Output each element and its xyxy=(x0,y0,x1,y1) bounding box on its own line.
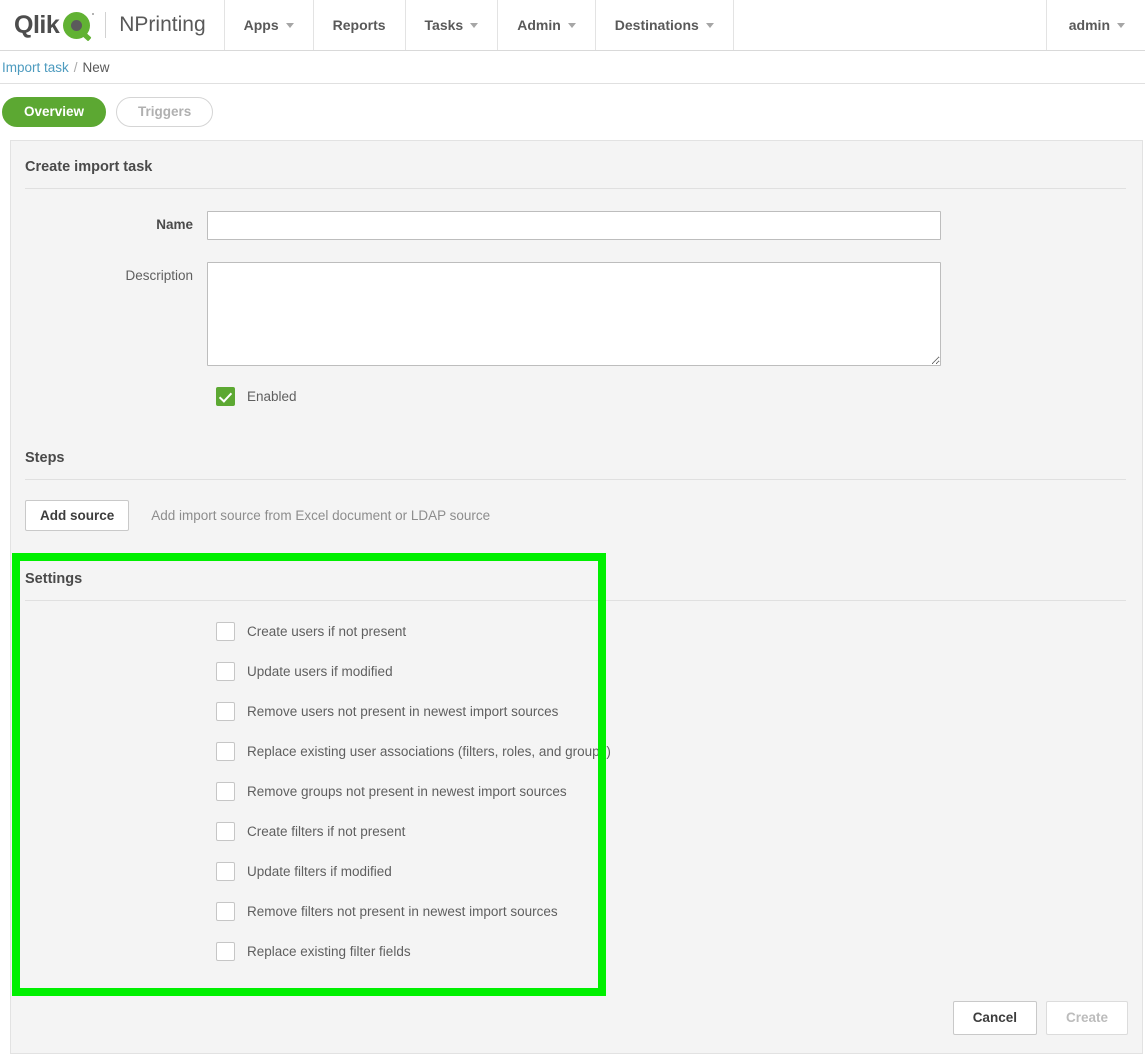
description-field-row: Description xyxy=(11,240,1142,366)
user-menu[interactable]: admin xyxy=(1047,0,1145,50)
setting-row-create-users: Create users if not present xyxy=(11,622,1142,641)
nav-item-admin[interactable]: Admin xyxy=(498,0,596,50)
tab-bar: Overview Triggers xyxy=(0,84,1145,140)
nav-item-reports-label: Reports xyxy=(332,17,386,33)
name-label: Name xyxy=(156,216,193,232)
enabled-checkbox-row: Enabled xyxy=(11,386,1142,406)
setting-checkbox-replace-filter-fields[interactable] xyxy=(216,942,235,961)
chevron-down-icon xyxy=(285,22,294,28)
create-button[interactable]: Create xyxy=(1045,1001,1128,1035)
breadcrumb: Import task / New xyxy=(0,51,1145,84)
settings-section-title: Settings xyxy=(25,571,83,587)
breadcrumb-link-import-task[interactable]: Import task xyxy=(2,60,69,75)
setting-label-replace-filter-fields[interactable]: Replace existing filter fields xyxy=(247,944,411,959)
form-actions: Cancel Create xyxy=(11,979,1142,1053)
steps-section-title: Steps xyxy=(25,449,65,466)
description-input[interactable] xyxy=(207,261,941,366)
setting-label-update-filters[interactable]: Update filters if modified xyxy=(247,864,392,879)
setting-row-update-filters: Update filters if modified xyxy=(11,862,1142,881)
user-menu-label: admin xyxy=(1068,17,1110,33)
nav-item-reports[interactable]: Reports xyxy=(314,0,406,50)
nav-item-destinations-label: Destinations xyxy=(614,17,699,33)
setting-row-create-filters: Create filters if not present xyxy=(11,822,1142,841)
settings-content: Settings Create users if not present Upd… xyxy=(11,553,1142,979)
setting-checkbox-remove-groups[interactable] xyxy=(216,782,235,801)
setting-label-replace-user-associations[interactable]: Replace existing user associations (filt… xyxy=(247,744,611,759)
page-title: Create import task xyxy=(25,158,153,175)
setting-label-create-filters[interactable]: Create filters if not present xyxy=(247,824,405,839)
setting-row-remove-groups: Remove groups not present in newest impo… xyxy=(11,782,1142,801)
qlik-q-icon xyxy=(63,11,95,41)
add-source-hint: Add import source from Excel document or… xyxy=(151,507,491,523)
brand-logo[interactable]: Qlik NPrinting xyxy=(0,0,225,50)
nav-item-apps[interactable]: Apps xyxy=(225,0,314,50)
chevron-down-icon xyxy=(705,22,714,28)
setting-label-remove-groups[interactable]: Remove groups not present in newest impo… xyxy=(247,784,567,799)
setting-label-create-users[interactable]: Create users if not present xyxy=(247,624,406,639)
chevron-down-icon xyxy=(470,22,479,28)
setting-row-replace-user-associations: Replace existing user associations (filt… xyxy=(11,742,1142,761)
top-navigation-bar: Qlik NPrinting Apps Reports Tasks Admin … xyxy=(0,0,1145,51)
tab-overview[interactable]: Overview xyxy=(2,97,107,127)
nav-item-destinations[interactable]: Destinations xyxy=(596,0,734,50)
nav-item-tasks-label: Tasks xyxy=(424,17,464,33)
setting-row-update-users: Update users if modified xyxy=(11,662,1142,681)
setting-label-remove-users[interactable]: Remove users not present in newest impor… xyxy=(247,704,558,719)
setting-label-remove-filters[interactable]: Remove filters not present in newest imp… xyxy=(247,904,558,919)
name-field-row: Name xyxy=(11,189,1142,240)
nav-item-tasks[interactable]: Tasks xyxy=(406,0,499,50)
brand-name-text: Qlik xyxy=(14,10,60,39)
add-source-button[interactable]: Add source xyxy=(25,499,130,531)
setting-checkbox-update-filters[interactable] xyxy=(216,862,235,881)
setting-checkbox-replace-user-associations[interactable] xyxy=(216,742,235,761)
setting-checkbox-remove-filters[interactable] xyxy=(216,902,235,921)
settings-section: Settings Create users if not present Upd… xyxy=(11,553,1142,996)
setting-checkbox-create-filters[interactable] xyxy=(216,822,235,841)
chevron-down-icon xyxy=(1117,22,1125,28)
tab-triggers[interactable]: Triggers xyxy=(116,97,214,127)
setting-checkbox-remove-users[interactable] xyxy=(216,702,235,721)
name-input[interactable] xyxy=(207,210,941,240)
description-label: Description xyxy=(125,267,193,283)
divider xyxy=(25,600,1126,601)
chevron-down-icon xyxy=(567,22,576,28)
breadcrumb-separator: / xyxy=(73,59,78,75)
nav-item-admin-label: Admin xyxy=(517,17,561,33)
setting-checkbox-update-users[interactable] xyxy=(216,662,235,681)
enabled-checkbox-label[interactable]: Enabled xyxy=(247,389,297,404)
setting-row-remove-users: Remove users not present in newest impor… xyxy=(11,702,1142,721)
cancel-button[interactable]: Cancel xyxy=(952,1001,1037,1035)
add-source-row: Add source Add import source from Excel … xyxy=(11,480,1142,531)
setting-label-update-users[interactable]: Update users if modified xyxy=(247,664,393,679)
create-import-task-panel: Create import task Name Description Enab… xyxy=(10,139,1143,1054)
nav-item-apps-label: Apps xyxy=(243,17,279,33)
brand-divider xyxy=(105,12,107,38)
breadcrumb-current: New xyxy=(82,59,110,75)
setting-row-replace-filter-fields: Replace existing filter fields xyxy=(11,942,1142,961)
product-name-text: NPrinting xyxy=(119,13,206,36)
main-menu: Apps Reports Tasks Admin Destinations xyxy=(225,0,734,50)
setting-checkbox-create-users[interactable] xyxy=(216,622,235,641)
enabled-checkbox[interactable] xyxy=(216,386,235,406)
setting-row-remove-filters: Remove filters not present in newest imp… xyxy=(11,902,1142,921)
nav-spacer xyxy=(734,0,1047,50)
